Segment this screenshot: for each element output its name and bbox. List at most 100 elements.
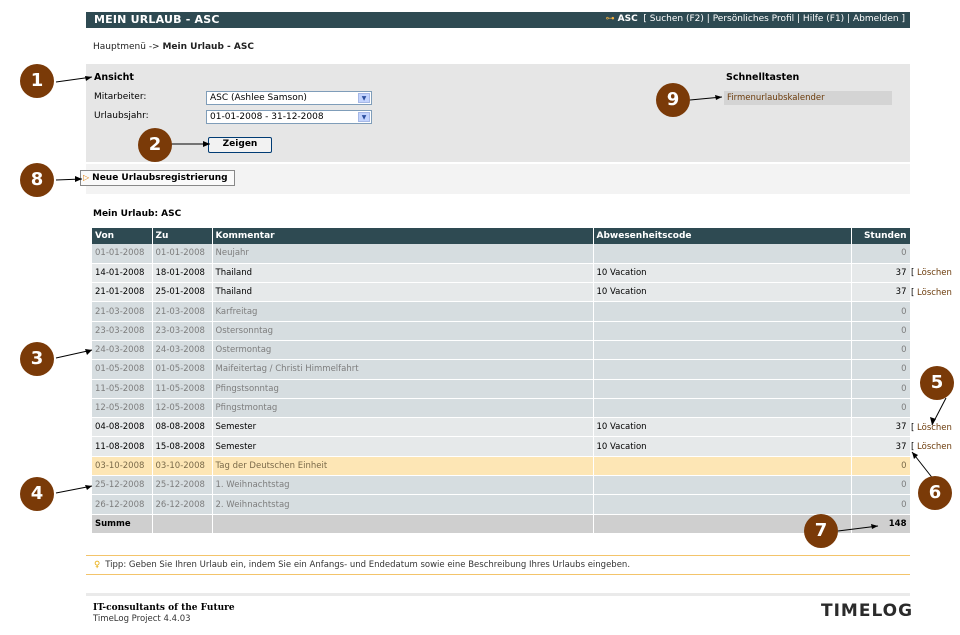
- table-row[interactable]: 01-01-2008 01-01-2008 Neujahr 0: [92, 244, 911, 264]
- sum-empty-cell: [212, 514, 594, 534]
- key-icon: ⊶: [605, 14, 615, 24]
- delete-link[interactable]: [ Löschen: [911, 288, 952, 298]
- cell-hours: 37: [851, 436, 911, 457]
- cell-comment: Thailand: [212, 282, 594, 303]
- table-row[interactable]: 24-03-2008 24-03-2008 Ostermontag 0: [92, 340, 911, 361]
- chevron-down-icon[interactable]: ▼: [358, 112, 370, 122]
- cell-code: 10 Vacation: [593, 263, 852, 284]
- cell-comment: Ostersonntag: [212, 321, 594, 341]
- table-row[interactable]: 21-01-2008 25-01-2008 Thailand 10 Vacation 3…: [92, 282, 911, 303]
- table-row[interactable]: 23-03-2008 23-03-2008 Ostersonntag 0: [92, 321, 911, 341]
- cell-from: 12-05-2008: [92, 398, 153, 419]
- show-button[interactable]: Zeigen: [208, 137, 272, 153]
- cell-hours: 0: [851, 321, 911, 341]
- employee-value: ASC (Ashlee Samson): [210, 93, 307, 103]
- table-row[interactable]: 21-03-2008 21-03-2008 Karfreitag 0: [92, 301, 911, 322]
- cell-comment: Maifeitertag / Christi Himmelfahrt: [212, 359, 594, 380]
- filter-panel: Ansicht Mitarbeiter: ASC (Ashlee Samson)…: [86, 64, 910, 162]
- cell-hours: 0: [851, 456, 911, 477]
- year-select[interactable]: 01-01-2008 - 31-12-2008 ▼: [206, 110, 372, 124]
- year-label: Urlaubsjahr:: [94, 111, 149, 121]
- new-vacation-registration-button[interactable]: ▷ Neue Urlaubsregistrierung: [80, 170, 235, 186]
- cell-from: 14-01-2008: [92, 263, 153, 284]
- cell-to: 23-03-2008: [152, 321, 213, 341]
- callout-badge-8: 8: [20, 163, 54, 197]
- breadcrumb-root[interactable]: Hauptmenü: [93, 42, 146, 52]
- view-title: Ansicht: [94, 72, 134, 83]
- delete-label[interactable]: Löschen: [917, 442, 952, 452]
- cell-code: 10 Vacation: [593, 282, 852, 303]
- table-row[interactable]: 12-05-2008 12-05-2008 Pfingstmontag 0: [92, 398, 911, 419]
- cell-code: 10 Vacation: [593, 417, 852, 438]
- company-name: IT-consultants of the Future: [93, 603, 235, 613]
- search-link[interactable]: [ Suchen (F2): [643, 14, 703, 24]
- table-row[interactable]: 26-12-2008 26-12-2008 2. Weihnachtstag 0: [92, 494, 911, 515]
- cell-comment: Tag der Deutschen Einheit: [212, 456, 594, 477]
- year-value: 01-01-2008 - 31-12-2008: [210, 112, 324, 122]
- table-row[interactable]: 01-05-2008 01-05-2008 Maifeitertag / Chris…: [92, 359, 911, 380]
- delete-label[interactable]: Löschen: [917, 423, 952, 433]
- cell-to: 11-05-2008: [152, 379, 213, 399]
- column-header-comment[interactable]: Kommentar: [212, 228, 594, 244]
- cell-to: 24-03-2008: [152, 340, 213, 361]
- cell-code: [593, 379, 852, 399]
- cell-from: 11-08-2008: [92, 436, 153, 457]
- cell-from: 11-05-2008: [92, 379, 153, 399]
- section-title: Mein Urlaub: ASC: [93, 209, 182, 219]
- cell-to: 12-05-2008: [152, 398, 213, 419]
- vacation-table: Von Zu Kommentar Abwesenheitscode Stunde…: [92, 228, 911, 534]
- tip-bar: ♀ Tipp: Geben Sie Ihren Urlaub ein, indem…: [86, 555, 910, 575]
- callout-badge-1: 1: [20, 64, 54, 98]
- company-vacation-calendar-link[interactable]: Firmenurlaubskalender: [724, 91, 892, 105]
- sum-row: Summe 148: [92, 514, 911, 534]
- cell-comment: Ostermontag: [212, 340, 594, 361]
- cell-comment: Thailand: [212, 263, 594, 284]
- shortcuts-title: Schnelltasten: [726, 72, 800, 83]
- delete-link[interactable]: [ Löschen: [911, 442, 952, 452]
- cell-to: 21-03-2008: [152, 301, 213, 322]
- help-link[interactable]: Hilfe (F1): [803, 14, 844, 24]
- callout-arrowhead-6: [912, 452, 918, 459]
- column-header-to[interactable]: Zu: [152, 228, 213, 244]
- version-text: TimeLog Project 4.4.03: [93, 614, 191, 624]
- callout-badge-7: 7: [804, 514, 838, 548]
- profile-link[interactable]: Persönliches Profil: [713, 14, 794, 24]
- sum-value: 148: [851, 514, 911, 534]
- table-row[interactable]: 25-12-2008 25-12-2008 1. Weihnachtstag 0: [92, 475, 911, 496]
- cell-to: 26-12-2008: [152, 494, 213, 515]
- cell-hours: 37: [851, 263, 911, 284]
- table-row[interactable]: 14-01-2008 18-01-2008 Thailand 10 Vacation 3…: [92, 263, 911, 284]
- delete-label[interactable]: Löschen: [917, 268, 952, 278]
- delete-label[interactable]: Löschen: [917, 288, 952, 298]
- delete-link[interactable]: [ Löschen: [911, 423, 952, 433]
- cell-comment: Karfreitag: [212, 301, 594, 322]
- cell-comment: Pfingstsonntag: [212, 379, 594, 399]
- employee-select[interactable]: ASC (Ashlee Samson) ▼: [206, 91, 372, 105]
- callout-badge-9: 9: [656, 83, 690, 117]
- cell-to: 03-10-2008: [152, 456, 213, 477]
- column-header-hours[interactable]: Stunden: [851, 228, 911, 244]
- cell-hours: 0: [851, 398, 911, 419]
- delete-link[interactable]: [ Löschen: [911, 268, 952, 278]
- app-title: MEIN URLAUB - ASC: [94, 13, 220, 26]
- cell-code: [593, 494, 852, 515]
- play-arrow-icon: ▷: [83, 173, 90, 182]
- cell-from: 04-08-2008: [92, 417, 153, 438]
- cell-to: 25-01-2008: [152, 282, 213, 303]
- employee-label: Mitarbeiter:: [94, 92, 147, 102]
- column-header-from[interactable]: Von: [92, 228, 153, 244]
- callout-arrowhead-3: [85, 349, 92, 355]
- cell-hours: 0: [851, 379, 911, 399]
- chevron-down-icon[interactable]: ▼: [358, 93, 370, 103]
- callout-badge-2: 2: [138, 128, 172, 162]
- logout-link[interactable]: Abmelden ]: [853, 14, 905, 24]
- table-row[interactable]: 03-10-2008 03-10-2008 Tag der Deutschen Ei…: [92, 456, 911, 477]
- table-row[interactable]: 11-05-2008 11-05-2008 Pfingstsonntag 0: [92, 379, 911, 399]
- cell-code: [593, 301, 852, 322]
- callout-badge-6: 6: [918, 476, 952, 510]
- table-row[interactable]: 04-08-2008 08-08-2008 Semester 10 Vacation 3…: [92, 417, 911, 438]
- current-user[interactable]: ASC: [618, 14, 638, 24]
- table-row[interactable]: 11-08-2008 15-08-2008 Semester 10 Vacation 3…: [92, 436, 911, 457]
- column-header-code[interactable]: Abwesenheitscode: [593, 228, 852, 244]
- table-header-row: Von Zu Kommentar Abwesenheitscode Stunde…: [92, 228, 911, 244]
